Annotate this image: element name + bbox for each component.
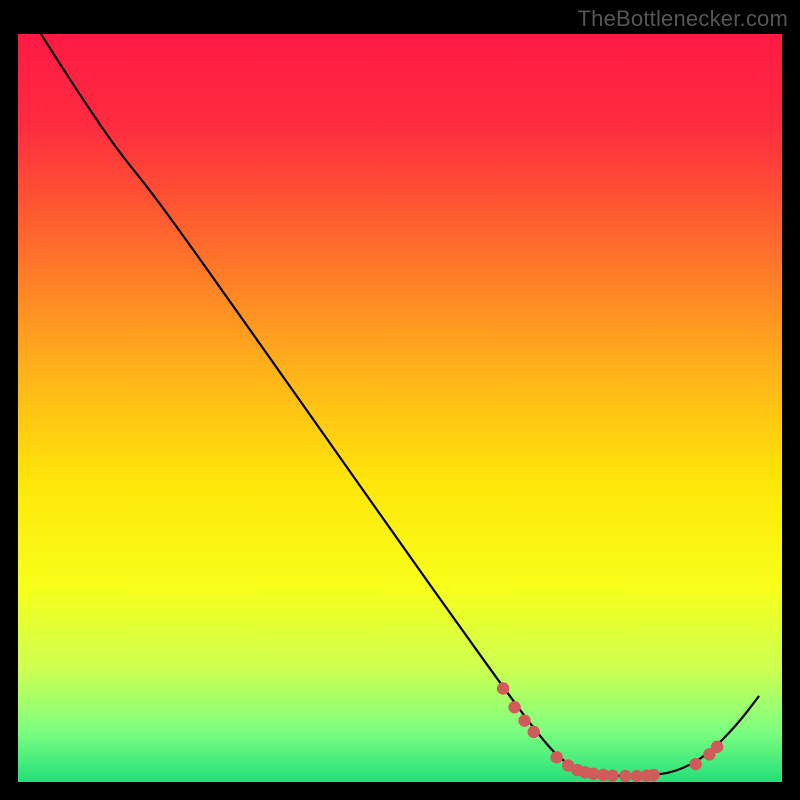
marker-dot (619, 770, 631, 782)
marker-dot (528, 726, 540, 738)
marker-dot (497, 682, 509, 694)
watermark-text: TheBottlenecker.com (578, 6, 788, 32)
marker-dot (689, 758, 701, 770)
chart-svg (0, 0, 800, 800)
marker-dot (508, 701, 520, 713)
marker-dot (711, 741, 723, 753)
marker-dot (518, 714, 530, 726)
marker-dot (647, 769, 659, 781)
chart-container: TheBottlenecker.com (0, 0, 800, 800)
marker-dot (550, 751, 562, 763)
plot-background (18, 34, 782, 782)
marker-dot (606, 769, 618, 781)
